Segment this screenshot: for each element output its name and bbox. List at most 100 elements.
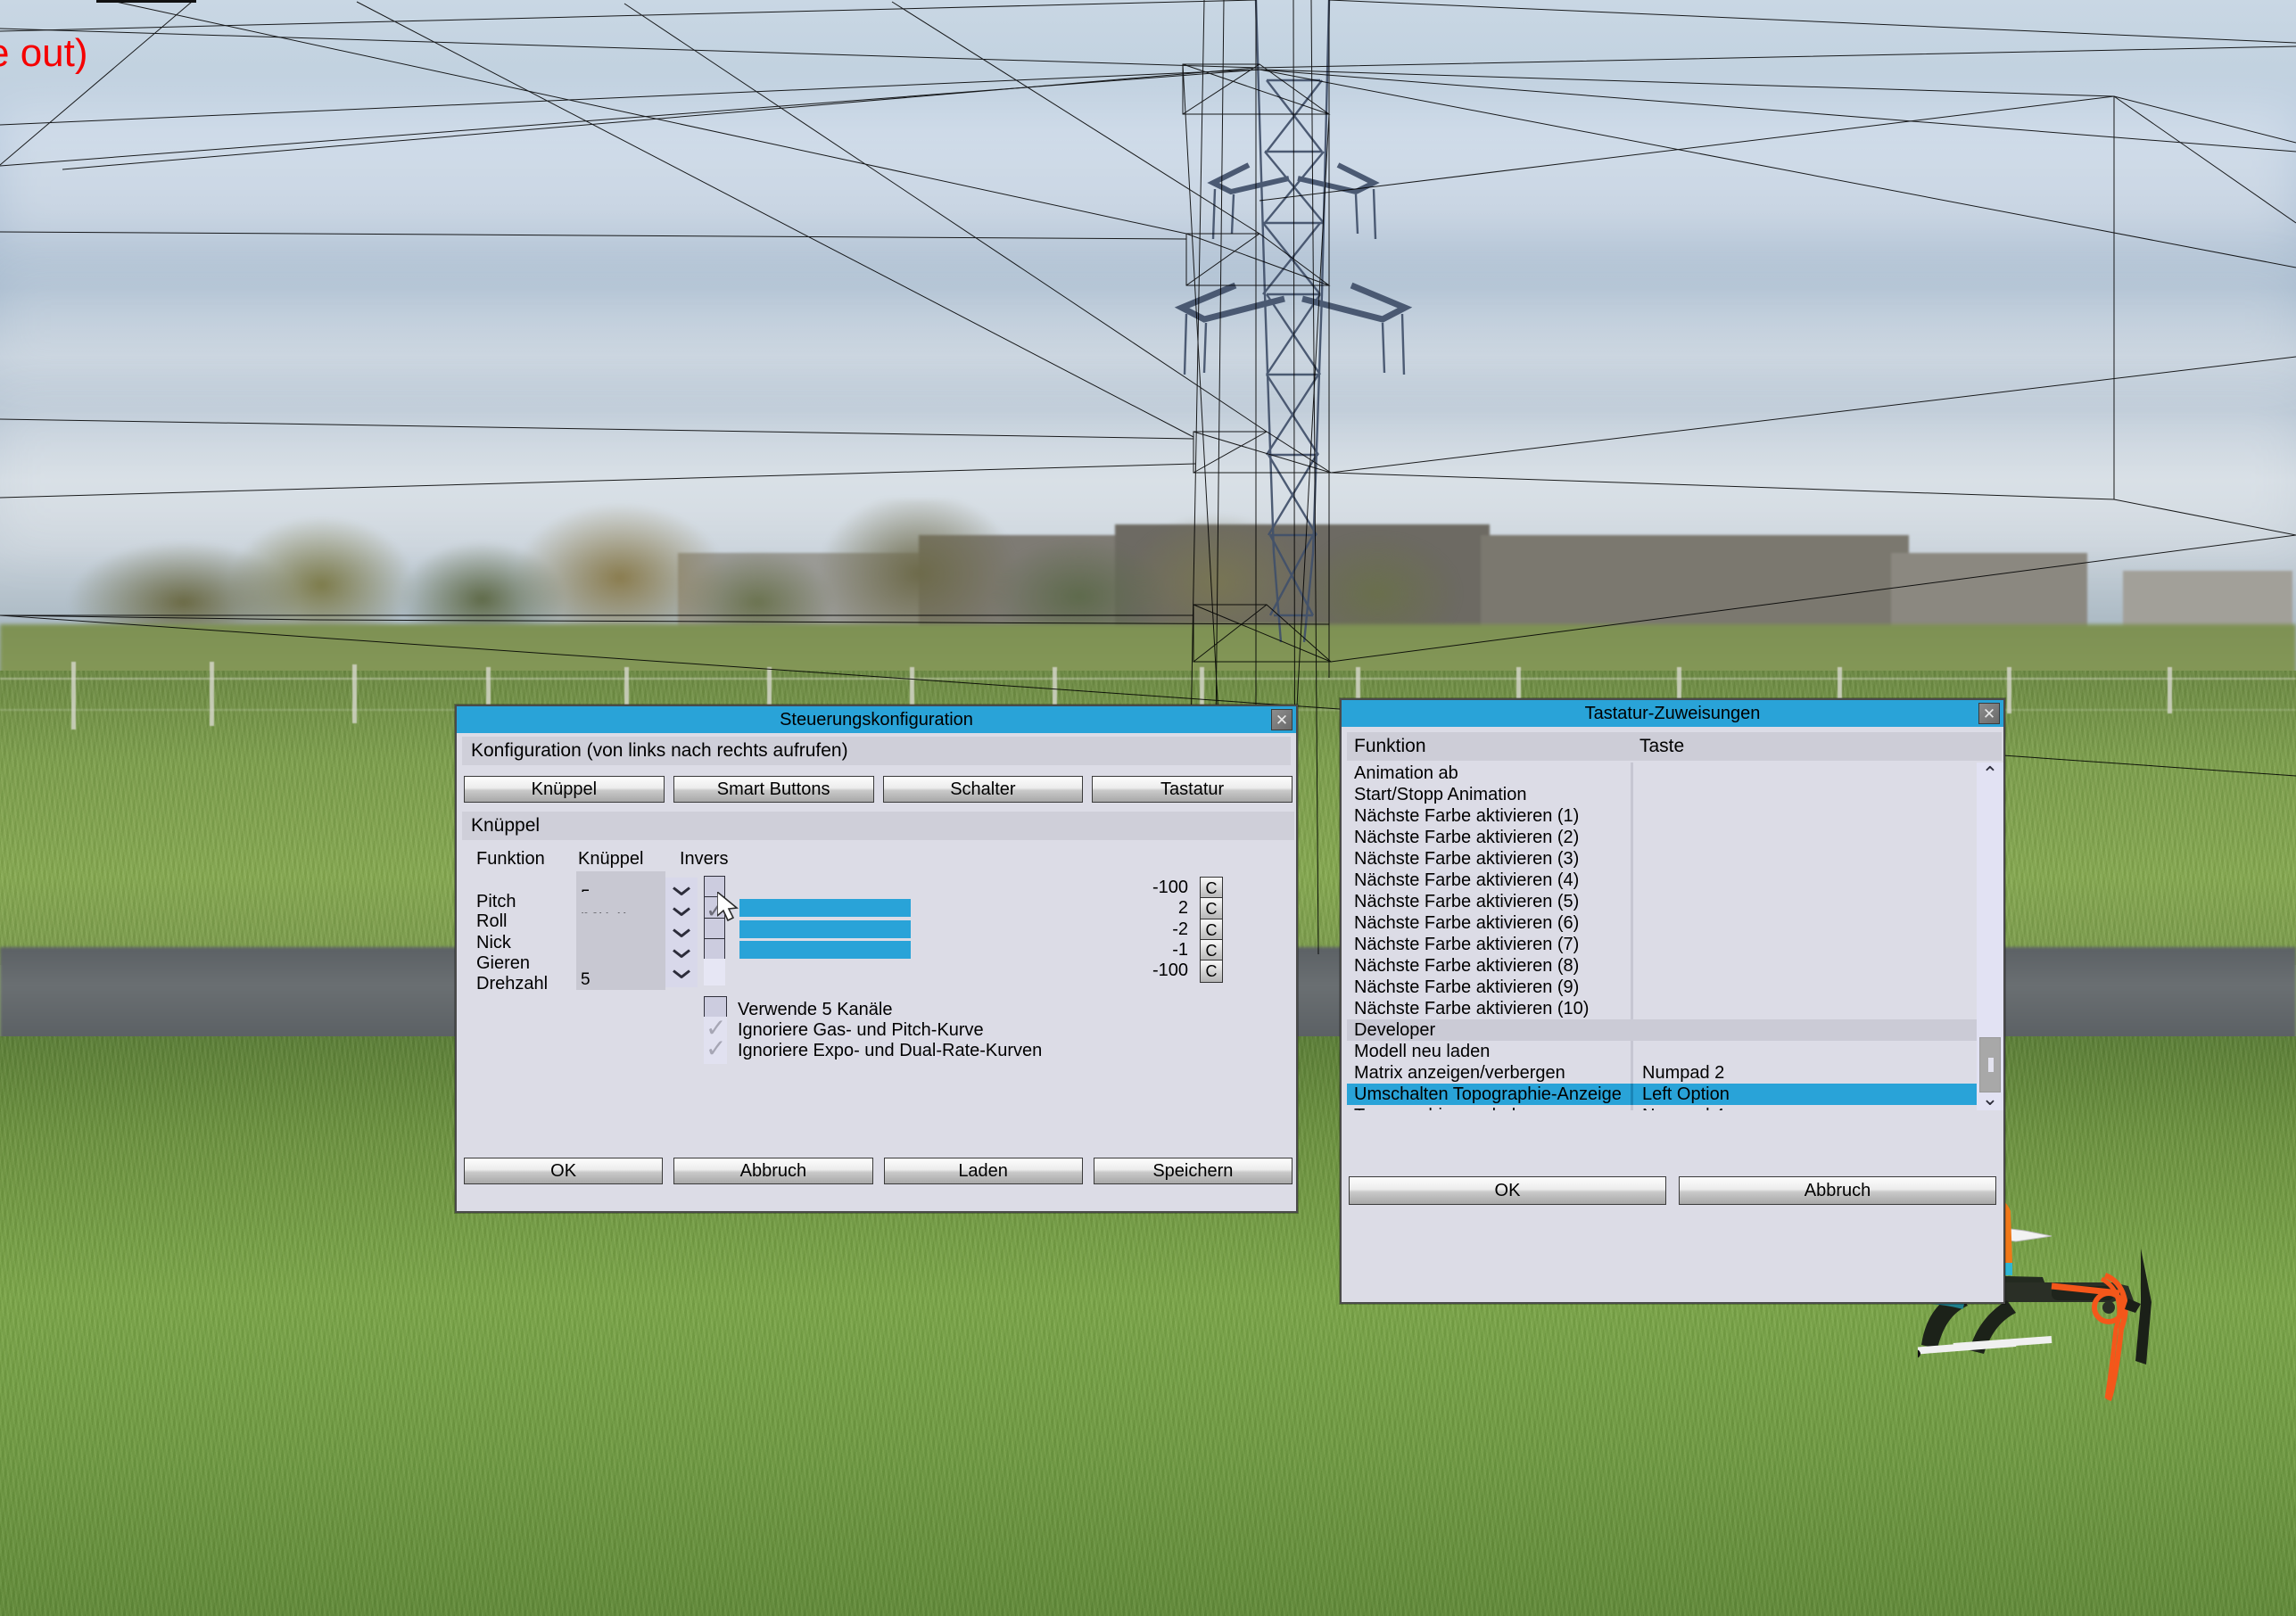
assignments-list[interactable]: Animation ab Start/Stopp Animation Nächs… bbox=[1347, 763, 1977, 1110]
list-item[interactable]: Nächste Farbe aktivieren (3) bbox=[1347, 848, 1977, 870]
list-item[interactable]: Nächste Farbe aktivieren (10) bbox=[1347, 998, 1977, 1019]
list-item-function: Nächste Farbe aktivieren (1) bbox=[1354, 805, 1580, 826]
configuration-section-label: Konfiguration (von links nach rechts auf… bbox=[462, 737, 1291, 765]
axis-level-bar-roll bbox=[739, 899, 911, 917]
column-divider bbox=[1631, 977, 1633, 998]
ok-button[interactable]: OK bbox=[464, 1158, 664, 1184]
group-header-knueppel: Knüppel bbox=[462, 812, 1294, 840]
list-item-key: Numpad 4 bbox=[1633, 1106, 1977, 1111]
list-item[interactable]: Nächste Farbe aktivieren (4) bbox=[1347, 870, 1977, 891]
chevron-down-icon bbox=[673, 969, 690, 978]
list-column-headers: Funktion Taste bbox=[1347, 732, 2002, 761]
list-scrollbar[interactable]: ⌃ ⌄ bbox=[1977, 763, 2003, 1110]
top-edge-rule bbox=[96, 0, 196, 3]
list-item-function: Nächste Farbe aktivieren (7) bbox=[1354, 934, 1580, 954]
list-item[interactable]: Nächste Farbe aktivieren (2) bbox=[1347, 827, 1977, 848]
list-item-key: Numpad 2 bbox=[1642, 1062, 1725, 1083]
stick-select-chevron-drehzahl[interactable] bbox=[665, 961, 698, 987]
chevron-down-icon bbox=[673, 949, 690, 958]
scrollbar-thumb[interactable] bbox=[1979, 1037, 2001, 1092]
row-function-label: Pitch bbox=[476, 892, 516, 911]
invert-checkbox-drehzahl[interactable] bbox=[704, 959, 725, 985]
chevron-down-icon bbox=[673, 886, 690, 895]
overlay-red-note: e out) bbox=[0, 31, 88, 75]
chevron-down-icon bbox=[673, 907, 690, 916]
column-divider bbox=[1631, 1019, 1633, 1041]
row-value-pitch: -100 bbox=[1152, 878, 1188, 897]
column-divider bbox=[1631, 805, 1633, 827]
list-item[interactable]: Nächste Farbe aktivieren (5) bbox=[1347, 891, 1977, 912]
column-divider bbox=[1631, 998, 1633, 1019]
axis-level-bar-nick bbox=[739, 920, 911, 938]
list-item[interactable]: Matrix anzeigen/verbergen Numpad 2 bbox=[1347, 1062, 1977, 1084]
list-item-function: Start/Stopp Animation bbox=[1354, 784, 1527, 804]
scroll-up-icon[interactable]: ⌃ bbox=[1977, 763, 2003, 786]
scroll-down-icon[interactable]: ⌄ bbox=[1977, 1087, 2003, 1110]
row-value-gieren: -1 bbox=[1172, 940, 1188, 960]
list-item[interactable]: Nächste Farbe aktivieren (7) bbox=[1347, 934, 1977, 955]
list-item[interactable]: Nächste Farbe aktivieren (9) bbox=[1347, 977, 1977, 998]
column-divider bbox=[1631, 848, 1633, 870]
control-configuration-dialog[interactable]: Steuerungskonfiguration ✕ Konfiguration … bbox=[455, 705, 1298, 1213]
dialog-title: Steuerungskonfiguration bbox=[780, 709, 973, 730]
list-item-function: Modell neu laden bbox=[1354, 1041, 1491, 1061]
calibrate-button-drehzahl[interactable]: C bbox=[1200, 960, 1223, 983]
list-item-function: Nächste Farbe aktivieren (3) bbox=[1354, 848, 1580, 869]
tab-smart-buttons[interactable]: Smart Buttons bbox=[673, 776, 874, 803]
list-item-key: Left Option bbox=[1642, 1084, 1730, 1104]
ok-button[interactable]: OK bbox=[1349, 1176, 1666, 1205]
list-item-function: Nächste Farbe aktivieren (6) bbox=[1354, 912, 1580, 933]
list-item[interactable]: Nächste Farbe aktivieren (6) bbox=[1347, 912, 1977, 934]
list-item-function: Nächste Farbe aktivieren (2) bbox=[1354, 827, 1580, 847]
list-item[interactable]: Nächste Farbe aktivieren (1) bbox=[1347, 805, 1977, 827]
dialog-title: Tastatur-Zuweisungen bbox=[1584, 703, 1761, 723]
column-header-knueppel: Knüppel bbox=[578, 849, 644, 869]
column-divider bbox=[1631, 934, 1633, 955]
column-divider bbox=[1631, 870, 1633, 891]
tab-tastatur[interactable]: Tastatur bbox=[1092, 776, 1293, 803]
dialog-titlebar: Tastatur-Zuweisungen ✕ bbox=[1342, 700, 2003, 727]
list-item-function: Nächste Farbe aktivieren (9) bbox=[1354, 977, 1580, 997]
column-divider bbox=[1631, 891, 1633, 912]
column-divider bbox=[1631, 827, 1633, 848]
list-item[interactable]: Animation ab bbox=[1347, 763, 1977, 784]
dialog-titlebar: Steuerungskonfiguration ✕ bbox=[457, 706, 1296, 733]
column-divider bbox=[1631, 763, 1633, 784]
list-item-function: Nächste Farbe aktivieren (4) bbox=[1354, 870, 1580, 890]
column-divider bbox=[1631, 912, 1633, 934]
cancel-button[interactable]: Abbruch bbox=[673, 1158, 873, 1184]
list-item-function: Topographie neu laden bbox=[1347, 1106, 1631, 1111]
list-item-function: Animation ab bbox=[1354, 763, 1458, 783]
column-divider bbox=[1631, 955, 1633, 977]
close-icon[interactable]: ✕ bbox=[1978, 703, 2000, 724]
list-item[interactable]: Nächste Farbe aktivieren (8) bbox=[1347, 955, 1977, 977]
row-function-label: Nick bbox=[476, 933, 511, 952]
chevron-down-icon bbox=[673, 928, 690, 937]
row-value-drehzahl: -100 bbox=[1152, 961, 1188, 980]
list-item[interactable]: Topographie neu laden Numpad 4 bbox=[1347, 1105, 1977, 1110]
column-divider bbox=[1631, 1041, 1633, 1062]
axis-level-bar-gieren bbox=[739, 941, 911, 959]
stick-select-drehzahl[interactable]: 5 bbox=[576, 954, 665, 990]
list-item-function: Nächste Farbe aktivieren (5) bbox=[1354, 891, 1580, 911]
list-item-function: Matrix anzeigen/verbergen bbox=[1354, 1062, 1565, 1083]
column-header-taste: Taste bbox=[1639, 736, 1685, 756]
keyboard-assignments-dialog[interactable]: Tastatur-Zuweisungen ✕ Funktion Taste An… bbox=[1340, 698, 2005, 1304]
calibrate-button-roll[interactable]: C bbox=[1200, 897, 1223, 920]
checkbox-checked-icon[interactable] bbox=[704, 1034, 727, 1064]
tab-schalter[interactable]: Schalter bbox=[882, 776, 1084, 803]
list-item[interactable]: Start/Stopp Animation bbox=[1347, 784, 1977, 805]
list-group-header: Developer bbox=[1347, 1019, 1977, 1041]
save-button[interactable]: Speichern bbox=[1093, 1158, 1293, 1184]
list-item-selected[interactable]: Umschalten Topographie-Anzeige Left Opti… bbox=[1347, 1084, 1977, 1105]
list-group-label: Developer bbox=[1354, 1019, 1436, 1040]
list-item-function: Umschalten Topographie-Anzeige bbox=[1354, 1084, 1622, 1104]
tab-knueppel[interactable]: Knüppel bbox=[464, 776, 665, 803]
list-item[interactable]: Modell neu laden bbox=[1347, 1041, 1977, 1062]
option-ignoriere-expo-dualrate-kurven[interactable]: Ignoriere Expo- und Dual-Rate-Kurven bbox=[704, 1034, 1042, 1064]
column-header-funktion: Funktion bbox=[476, 849, 545, 869]
load-button[interactable]: Laden bbox=[883, 1158, 1083, 1184]
close-icon[interactable]: ✕ bbox=[1271, 709, 1293, 730]
column-header-invers: Invers bbox=[680, 849, 729, 869]
cancel-button[interactable]: Abbruch bbox=[1679, 1176, 1996, 1205]
